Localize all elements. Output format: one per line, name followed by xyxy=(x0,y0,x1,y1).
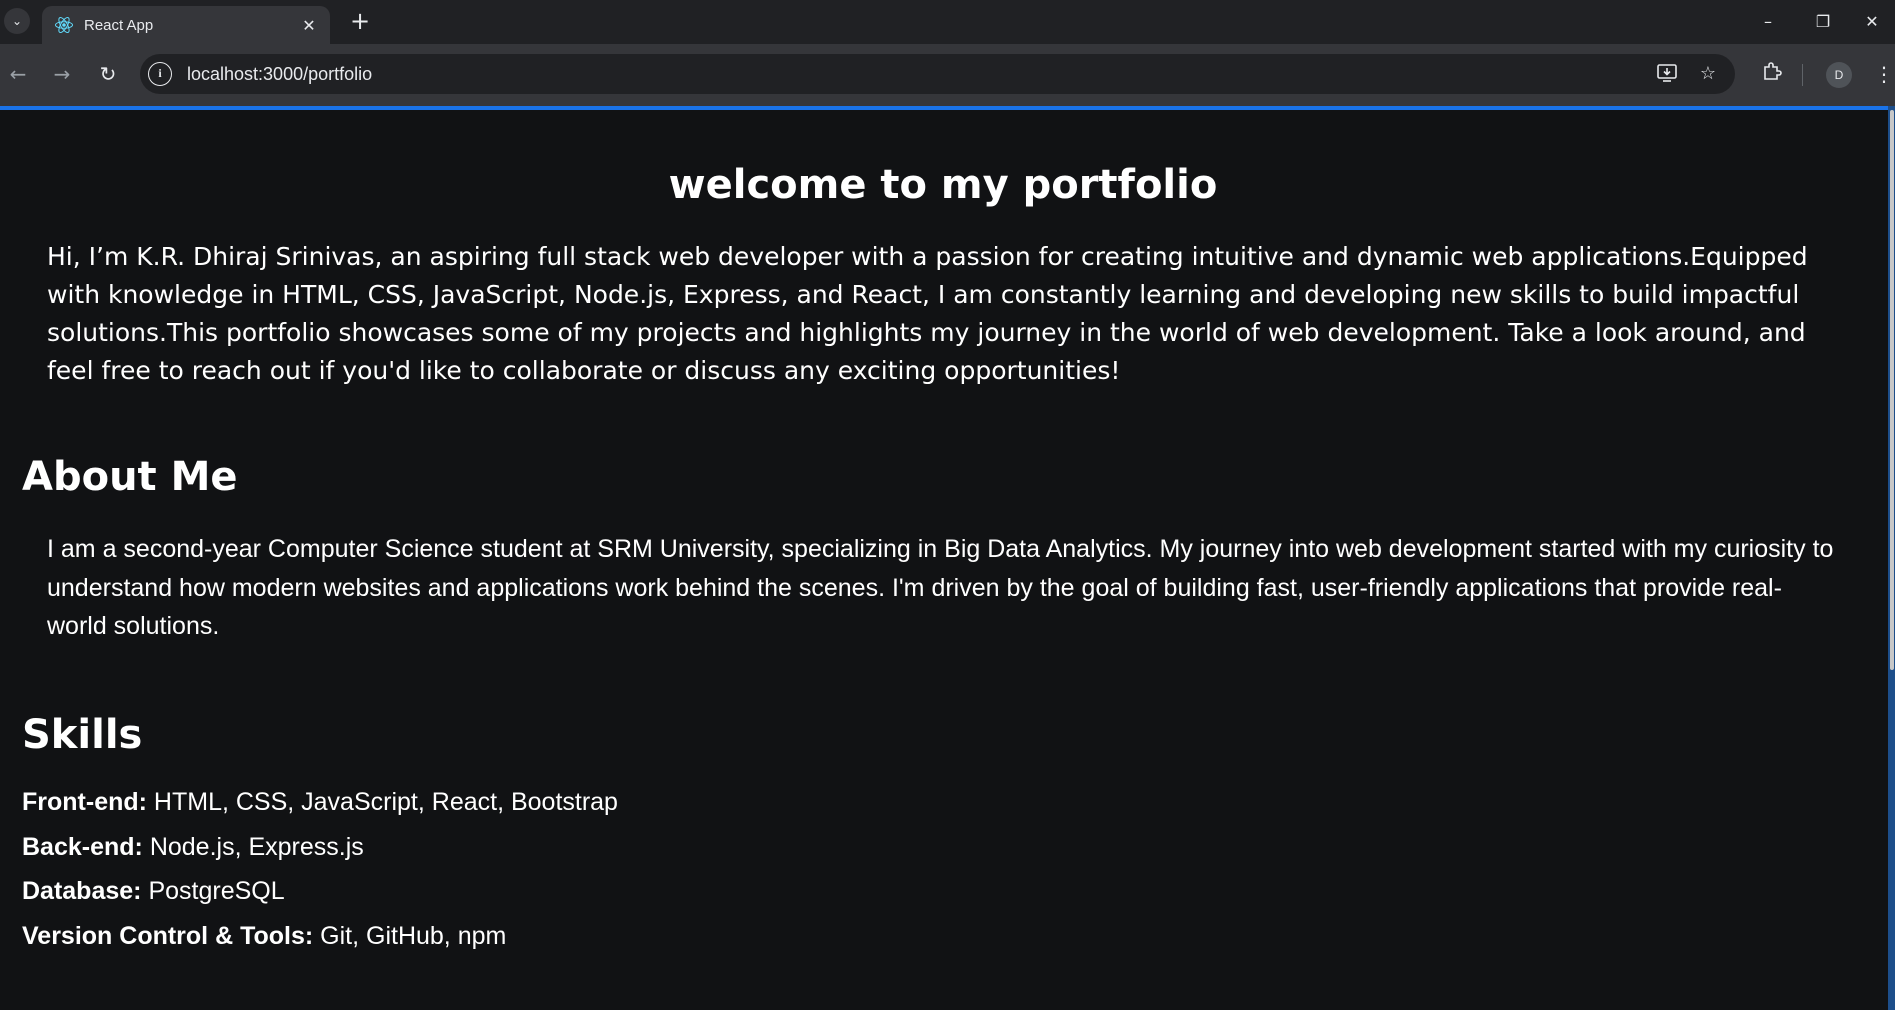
skill-value: PostgreSQL xyxy=(141,877,285,905)
forward-arrow-icon[interactable]: → xyxy=(46,58,78,90)
close-window-icon[interactable]: ✕ xyxy=(1849,8,1895,36)
plus-icon[interactable]: + xyxy=(346,8,374,36)
tab-bar: ⌄ React App ✕ + – ❐ ✕ xyxy=(0,0,1895,44)
skills-heading: Skills xyxy=(22,712,143,758)
skill-label: Back-end: xyxy=(22,833,143,861)
site-info-icon[interactable]: i xyxy=(148,62,172,86)
skill-frontend: Front-end: HTML, CSS, JavaScript, React,… xyxy=(22,788,618,817)
minimize-icon[interactable]: – xyxy=(1745,8,1791,36)
skill-value: HTML, CSS, JavaScript, React, Bootstrap xyxy=(146,788,618,816)
back-arrow-icon[interactable]: ← xyxy=(2,58,34,90)
tab-search-icon[interactable]: ⌄ xyxy=(4,8,30,34)
skill-value: Git, GitHub, npm xyxy=(313,922,507,950)
portfolio-page: welcome to my portfolio Hi, I’m K.R. Dhi… xyxy=(0,110,1886,1010)
toolbar-divider xyxy=(1802,64,1803,86)
address-bar[interactable]: i localhost:3000/portfolio ☆ xyxy=(140,54,1735,94)
skill-backend: Back-end: Node.js, Express.js xyxy=(22,833,364,862)
intro-paragraph: Hi, I’m K.R. Dhiraj Srinivas, an aspirin… xyxy=(47,242,1808,385)
skill-database: Database: PostgreSQL xyxy=(22,877,285,906)
kebab-menu-icon[interactable]: ⋮ xyxy=(1874,60,1894,88)
avatar[interactable]: D xyxy=(1826,62,1852,88)
page-title: welcome to my portfolio xyxy=(668,162,1218,208)
bookmark-star-icon[interactable]: ☆ xyxy=(1696,62,1720,86)
restore-icon[interactable]: ❐ xyxy=(1800,8,1846,36)
about-heading: About Me xyxy=(22,454,238,500)
url-text[interactable]: localhost:3000/portfolio xyxy=(187,64,372,85)
close-icon[interactable]: ✕ xyxy=(298,16,320,35)
browser-toolbar: ← → ↻ i localhost:3000/portfolio ☆ D ⋮ xyxy=(0,44,1895,106)
react-logo-icon xyxy=(54,15,74,35)
skill-tools: Version Control & Tools: Git, GitHub, np… xyxy=(22,922,506,951)
skill-value: Node.js, Express.js xyxy=(142,833,364,861)
skill-label: Version Control & Tools: xyxy=(22,922,314,950)
reload-icon[interactable]: ↻ xyxy=(92,58,124,90)
tab-title: React App xyxy=(84,16,154,34)
extensions-icon[interactable] xyxy=(1758,60,1786,88)
skill-label: Front-end: xyxy=(22,788,147,816)
tab-react-app[interactable]: React App ✕ xyxy=(42,6,330,44)
scrollbar-thumb[interactable] xyxy=(1890,110,1894,670)
install-app-icon[interactable] xyxy=(1655,62,1679,86)
about-paragraph: I am a second-year Computer Science stud… xyxy=(47,535,1834,640)
skill-label: Database: xyxy=(22,877,142,905)
